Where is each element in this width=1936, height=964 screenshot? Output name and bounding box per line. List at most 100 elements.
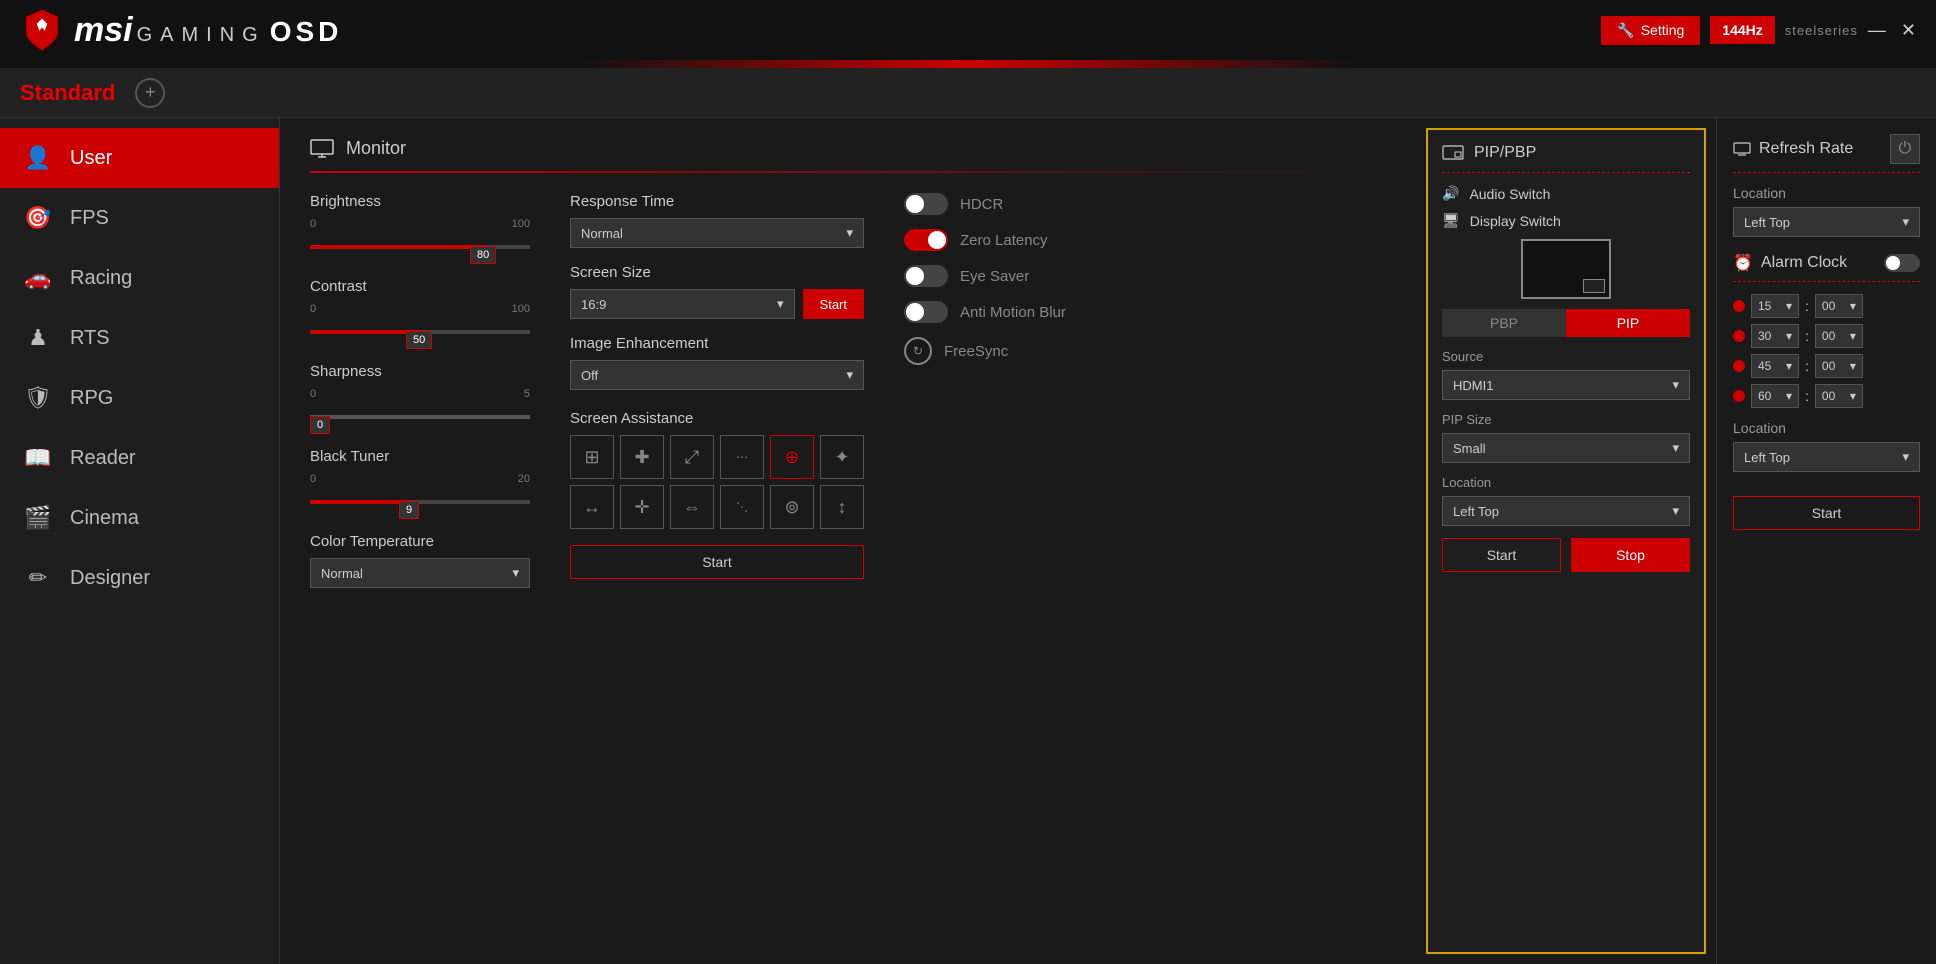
- pip-size-dropdown[interactable]: Small ▾: [1442, 433, 1690, 463]
- pip-tab[interactable]: PIP: [1566, 309, 1690, 337]
- sidebar-item-rts[interactable]: ♟ RTS: [0, 308, 279, 368]
- screen-assistance-start-button[interactable]: Start: [570, 545, 864, 579]
- pip-header-icon: [1442, 145, 1464, 161]
- pip-start-button[interactable]: Start: [1442, 538, 1561, 572]
- alarm-rows: 15▾ : 00▾ 30▾ : 00▾: [1733, 294, 1920, 408]
- close-button[interactable]: ✕: [1901, 20, 1916, 41]
- location2-dropdown[interactable]: Left Top ▾: [1733, 442, 1920, 472]
- msi-shield-icon: [20, 8, 64, 52]
- screen-size-label: Screen Size: [570, 264, 864, 281]
- black-tuner-slider[interactable]: 9: [310, 487, 530, 517]
- sidebar-label-racing: Racing: [70, 267, 132, 290]
- sharpness-value: 0: [310, 416, 330, 434]
- response-time-dropdown[interactable]: Normal ▾: [570, 218, 864, 248]
- sidebar-item-racing[interactable]: 🚗 Racing: [0, 248, 279, 308]
- assist-icon-0[interactable]: ⊞: [570, 435, 614, 479]
- image-enhancement-chevron: ▾: [846, 367, 853, 383]
- sidebar-label-cinema: Cinema: [70, 507, 139, 530]
- contrast-slider[interactable]: 50: [310, 317, 530, 347]
- contrast-label: Contrast: [310, 278, 530, 295]
- hdcr-toggle[interactable]: [904, 193, 948, 215]
- pip-location-dropdown[interactable]: Left Top ▾: [1442, 496, 1690, 526]
- alarm-clock-toggle[interactable]: [1884, 254, 1920, 272]
- assist-icon-4[interactable]: ⊕: [770, 435, 814, 479]
- sharpness-min: 0: [310, 388, 316, 400]
- sidebar-item-reader[interactable]: 📖 Reader: [0, 428, 279, 488]
- anti-motion-blur-toggle[interactable]: [904, 301, 948, 323]
- pip-preview-small: [1583, 279, 1605, 293]
- assist-icon-6[interactable]: ↔: [570, 485, 614, 529]
- sidebar-item-designer[interactable]: ✏ Designer: [0, 548, 279, 608]
- alarm-min-0[interactable]: 00▾: [1815, 294, 1863, 318]
- refresh-rate-toggle[interactable]: ⏻: [1890, 134, 1920, 164]
- setting-button[interactable]: 🔧 Setting: [1601, 16, 1700, 45]
- screen-size-start-button[interactable]: Start: [803, 289, 864, 319]
- user-icon: 👤: [24, 144, 52, 172]
- location2-value: Left Top: [1744, 450, 1790, 465]
- zero-latency-toggle[interactable]: [904, 229, 948, 251]
- eye-saver-label: Eye Saver: [960, 268, 1029, 285]
- zero-latency-label: Zero Latency: [960, 232, 1048, 249]
- sidebar-item-rpg[interactable]: 🛡 RPG: [0, 368, 279, 428]
- color-temp-control: Color Temperature Normal ▾: [310, 533, 530, 588]
- sharpness-slider[interactable]: 0: [310, 402, 530, 432]
- image-enhancement-dropdown[interactable]: Off ▾: [570, 360, 864, 390]
- pip-divider: [1442, 172, 1690, 173]
- sliders-column: Brightness 0 100 80: [310, 193, 530, 604]
- assist-icon-8[interactable]: ⇔: [670, 485, 714, 529]
- eye-saver-toggle[interactable]: [904, 265, 948, 287]
- zero-latency-control: Zero Latency: [904, 229, 1084, 251]
- assist-icon-9[interactable]: ⋱: [720, 485, 764, 529]
- screen-size-dropdown[interactable]: 16:9 ▾: [570, 289, 795, 319]
- alarm-colon-1: :: [1805, 328, 1809, 344]
- assist-icon-1[interactable]: ✚: [620, 435, 664, 479]
- active-tab-label[interactable]: Standard: [20, 80, 115, 106]
- sidebar-item-fps[interactable]: 🎯 FPS: [0, 188, 279, 248]
- assist-icon-5[interactable]: ✦: [820, 435, 864, 479]
- brightness-slider[interactable]: 80: [310, 232, 530, 262]
- cinema-icon: 🎬: [24, 504, 52, 532]
- assist-icon-2[interactable]: ⤢: [670, 435, 714, 479]
- location-dropdown[interactable]: Left Top ▾: [1733, 207, 1920, 237]
- brightness-min: 0: [310, 218, 316, 230]
- sidebar-item-cinema[interactable]: 🎬 Cinema: [0, 488, 279, 548]
- assist-icon-10[interactable]: ⊚: [770, 485, 814, 529]
- pbp-tab[interactable]: PBP: [1442, 309, 1566, 337]
- response-time-value: Normal: [581, 226, 623, 241]
- sidebar-item-user[interactable]: 👤 User: [0, 128, 279, 188]
- alarm-clock-icon: ⏰: [1733, 253, 1753, 273]
- alarm-min-1[interactable]: 00▾: [1815, 324, 1863, 348]
- alarm-min-3[interactable]: 00▾: [1815, 384, 1863, 408]
- right-panel: Refresh Rate ⏻ Location Left Top ▾ ⏰ Ala…: [1716, 118, 1936, 964]
- alarm-colon-2: :: [1805, 358, 1809, 374]
- right-start-button[interactable]: Start: [1733, 496, 1920, 530]
- color-temp-dropdown[interactable]: Normal ▾: [310, 558, 530, 588]
- middle-column: Response Time Normal ▾ Screen Size 16:9: [570, 193, 864, 604]
- add-tab-button[interactable]: +: [135, 78, 165, 108]
- refresh-rate-header: Refresh Rate: [1733, 140, 1853, 158]
- logo: msi GAMING OSD: [20, 8, 342, 52]
- hdcr-label: HDCR: [960, 196, 1003, 213]
- display-switch-row: 🖥 Display Switch: [1442, 212, 1690, 229]
- rpg-icon: 🛡: [24, 384, 52, 412]
- alarm-hour-1[interactable]: 30▾: [1751, 324, 1799, 348]
- alarm-hour-0[interactable]: 15▾: [1751, 294, 1799, 318]
- refresh-rate-row: Refresh Rate ⏻: [1733, 134, 1920, 164]
- assist-icon-7[interactable]: ✛: [620, 485, 664, 529]
- minimize-button[interactable]: —: [1868, 20, 1886, 41]
- source-dropdown[interactable]: HDMI1 ▾: [1442, 370, 1690, 400]
- assist-icon-11[interactable]: ↕: [820, 485, 864, 529]
- sidebar-label-rts: RTS: [70, 327, 110, 350]
- alarm-min-2[interactable]: 00▾: [1815, 354, 1863, 378]
- location-label: Location: [1733, 185, 1920, 201]
- pip-stop-button[interactable]: Stop: [1571, 538, 1690, 572]
- alarm-clock-row: ⏰ Alarm Clock: [1733, 253, 1920, 273]
- steelseries-label: steelseries: [1785, 23, 1858, 38]
- alarm-hour-2[interactable]: 45▾: [1751, 354, 1799, 378]
- pip-size-value: Small: [1453, 441, 1486, 456]
- rts-icon: ♟: [24, 324, 52, 352]
- black-tuner-min: 0: [310, 473, 316, 485]
- alarm-hour-3[interactable]: 60▾: [1751, 384, 1799, 408]
- assist-icon-3[interactable]: ⋯: [720, 435, 764, 479]
- sidebar-label-reader: Reader: [70, 447, 136, 470]
